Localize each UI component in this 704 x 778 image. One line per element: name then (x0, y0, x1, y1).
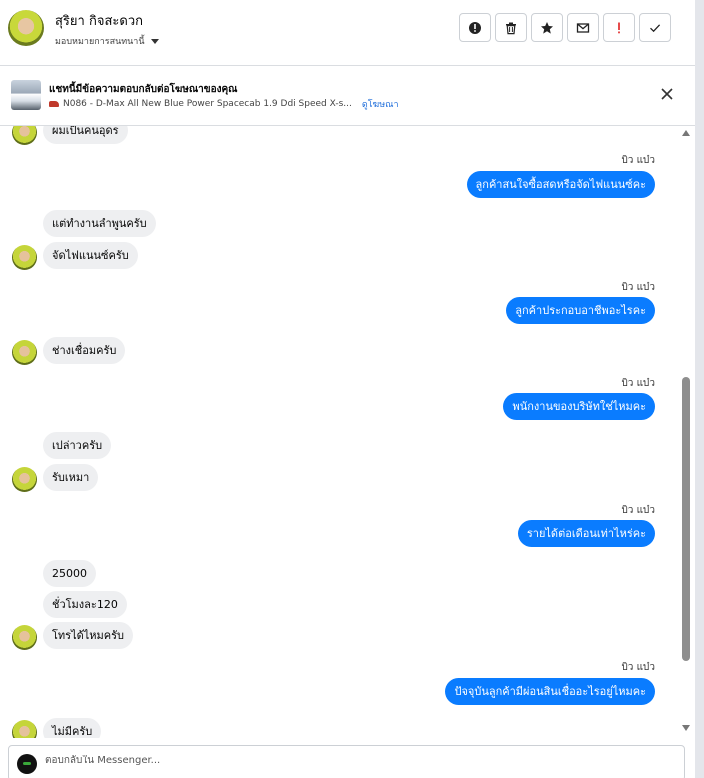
contact-avatar-small (12, 126, 37, 145)
star-button[interactable] (531, 13, 563, 42)
outgoing-message: ปัจจุบันลูกค้ามีผ่อนสินเชื่ออะไรอยู่ไหมค… (445, 678, 655, 705)
incoming-message: รับเหมา (43, 464, 99, 491)
reply-box (8, 745, 685, 778)
exclamation-icon (618, 22, 620, 33)
report-spam-button[interactable] (459, 13, 491, 42)
page-avatar (17, 754, 37, 774)
assign-label: มอบหมายการสนทนานี้ (55, 37, 145, 47)
incoming-message: ช่างเชื่อมครับ (43, 337, 126, 364)
mark-done-button[interactable] (639, 13, 671, 42)
sender-name: บิว แบ๋ว (621, 505, 655, 516)
incoming-message: โทรได้ไหมครับ (43, 622, 134, 649)
incoming-message: ไม่มีครับ (43, 718, 102, 738)
car-icon (49, 101, 59, 107)
message-thread[interactable]: ผมเป็นคนอุดร บิว แบ๋ว ลูกค้าสนใจซื้อสดหร… (0, 126, 679, 738)
contact-name[interactable]: สุริยา กิจสะดวก (55, 10, 143, 31)
sender-name: บิว แบ๋ว (621, 378, 655, 389)
caret-down-icon (150, 38, 159, 44)
incoming-message: เปล่าวครับ (43, 432, 112, 459)
close-icon[interactable] (659, 86, 675, 102)
ad-thumbnail[interactable] (11, 80, 41, 110)
outgoing-message: พนักงานของบริษัทใช่ไหมคะ (503, 393, 655, 420)
delete-button[interactable] (495, 13, 527, 42)
ad-item-name: N086 - D-Max All New Blue Power Spacecab… (63, 99, 352, 109)
contact-avatar[interactable] (8, 10, 44, 46)
mark-unread-button[interactable] (567, 13, 599, 42)
contact-avatar-small (12, 720, 37, 738)
incoming-message: ชั่วโมงละ120 (43, 591, 127, 618)
sender-name: บิว แบ๋ว (621, 282, 655, 293)
incoming-message: 25000 (43, 560, 96, 587)
alert-circle-icon (469, 21, 481, 34)
ad-item-row: N086 - D-Max All New Blue Power Spacecab… (49, 97, 399, 111)
scroll-down-arrow-icon[interactable] (682, 725, 690, 731)
outgoing-message: ลูกค้าประกอบอาชีพอะไรคะ (506, 297, 655, 324)
incoming-message: แต่ทำงานลำพูนครับ (43, 210, 156, 237)
ad-reply-banner: แชทนี้มีข้อความตอบกลับต่อโฆษณาของคุณ N08… (0, 66, 695, 126)
incoming-message: ผมเป็นคนอุดร (43, 126, 128, 144)
scroll-up-arrow-icon[interactable] (682, 130, 690, 136)
star-icon (541, 21, 553, 34)
contact-avatar-small (12, 245, 37, 270)
incoming-message: จัดไฟแนนซ์ครับ (43, 242, 138, 269)
outgoing-message: รายได้ต่อเดือนเท่าไหร่คะ (517, 520, 655, 547)
header-actions (459, 13, 671, 42)
sender-name: บิว แบ๋ว (621, 662, 655, 673)
check-icon (650, 23, 661, 32)
outgoing-message: ลูกค้าสนใจซื้อสดหรือจัดไฟแนนซ์คะ (466, 171, 655, 198)
follow-up-button[interactable] (603, 13, 635, 42)
side-panel-edge (695, 0, 704, 778)
envelope-icon (576, 22, 590, 33)
ad-banner-title: แชทนี้มีข้อความตอบกลับต่อโฆษณาของคุณ (49, 84, 238, 95)
contact-avatar-small (12, 467, 37, 492)
trash-icon (506, 22, 516, 34)
scrollbar-thumb[interactable] (682, 377, 690, 661)
messenger-conversation: สุริยา กิจสะดวก มอบหมายการสนทนานี้ แชทนี… (0, 0, 704, 778)
reply-input[interactable] (45, 755, 645, 766)
contact-avatar-small (12, 340, 37, 365)
assign-conversation-dropdown[interactable]: มอบหมายการสนทนานี้ (55, 34, 159, 48)
view-ad-link[interactable]: ดูโฆษณา (362, 97, 399, 111)
conversation-header: สุริยา กิจสะดวก มอบหมายการสนทนานี้ (0, 0, 695, 66)
contact-avatar-small (12, 625, 37, 650)
sender-name: บิว แบ๋ว (621, 155, 655, 166)
